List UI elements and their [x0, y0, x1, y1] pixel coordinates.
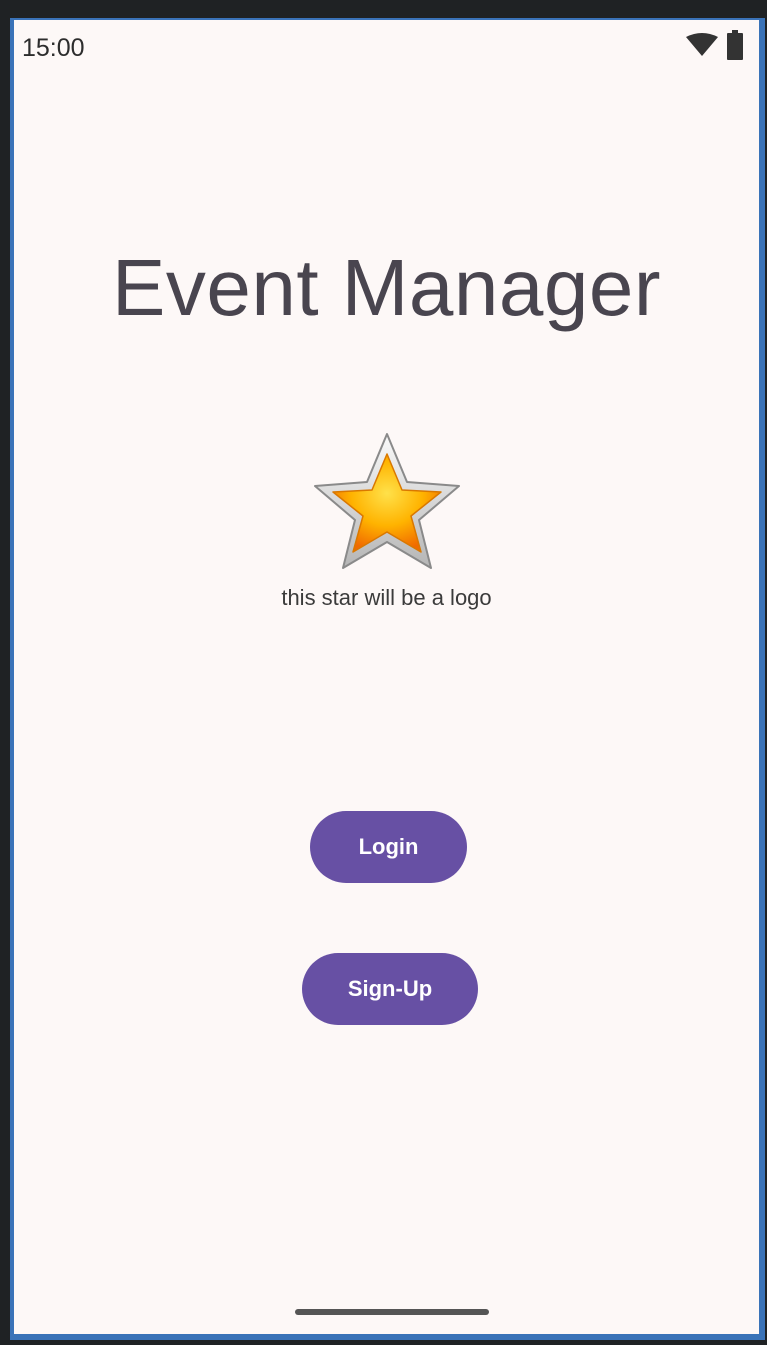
login-button[interactable]: Login — [310, 811, 467, 883]
gesture-nav-handle[interactable] — [295, 1309, 489, 1315]
logo-caption: this star will be a logo — [281, 585, 492, 610]
battery-icon — [727, 30, 743, 60]
status-bar: 15:00 — [14, 20, 759, 80]
status-time: 15:00 — [22, 34, 85, 62]
wifi-icon — [685, 33, 719, 57]
star-icon — [307, 430, 467, 570]
app-screen: 15:00 Event Manager this star will be a … — [14, 20, 759, 1334]
app-title: Event Manager — [111, 243, 662, 332]
status-icons — [685, 30, 743, 60]
signup-button[interactable]: Sign-Up — [302, 953, 478, 1025]
